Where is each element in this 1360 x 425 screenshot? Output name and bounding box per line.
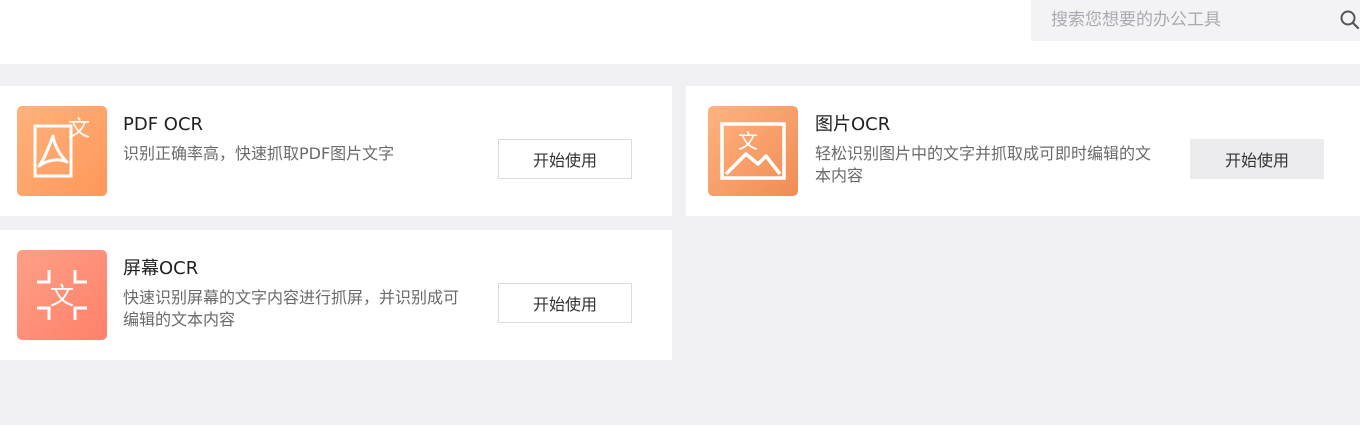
search-icon[interactable] — [1339, 9, 1360, 35]
tool-title: PDF OCR — [123, 114, 204, 135]
tool-title: 屏幕OCR — [123, 258, 199, 279]
tool-title: 图片OCR — [815, 114, 891, 135]
top-bar: 搜索您想要的办公工具 — [0, 0, 1360, 64]
screen-ocr-icon: 文 — [17, 250, 107, 340]
start-button-image-ocr[interactable]: 开始使用 — [1190, 139, 1324, 179]
start-button-screen-ocr[interactable]: 开始使用 — [498, 283, 632, 323]
pdf-ocr-icon: 文 — [17, 106, 107, 196]
image-ocr-icon: 文 — [708, 106, 798, 196]
start-button-pdf-ocr[interactable]: 开始使用 — [498, 139, 632, 179]
tool-description: 轻松识别图片中的文字并抓取成可即时编辑的文本内容 — [815, 144, 1152, 185]
tool-card-image-ocr: 文 图片OCR 轻松识别图片中的文字并抓取成可即时编辑的文本内容 开始使用 — [686, 86, 1360, 216]
tool-card-pdf-ocr: 文 PDF OCR 识别正确率高，快速抓取PDF图片文字 开始使用 — [0, 86, 672, 216]
search-placeholder: 搜索您想要的办公工具 — [1051, 10, 1221, 30]
tool-card-screen-ocr: 文 屏幕OCR 快速识别屏幕的文字内容进行抓屏，并识别成可编辑的文本内容 开始使… — [0, 230, 672, 360]
svg-text:文: 文 — [68, 117, 90, 142]
search-box[interactable]: 搜索您想要的办公工具 — [1031, 0, 1360, 41]
svg-text:文: 文 — [738, 129, 758, 153]
tool-description: 识别正确率高，快速抓取PDF图片文字 — [123, 144, 395, 163]
tool-description: 快速识别屏幕的文字内容进行抓屏，并识别成可编辑的文本内容 — [123, 288, 460, 329]
svg-text:文: 文 — [50, 282, 74, 310]
